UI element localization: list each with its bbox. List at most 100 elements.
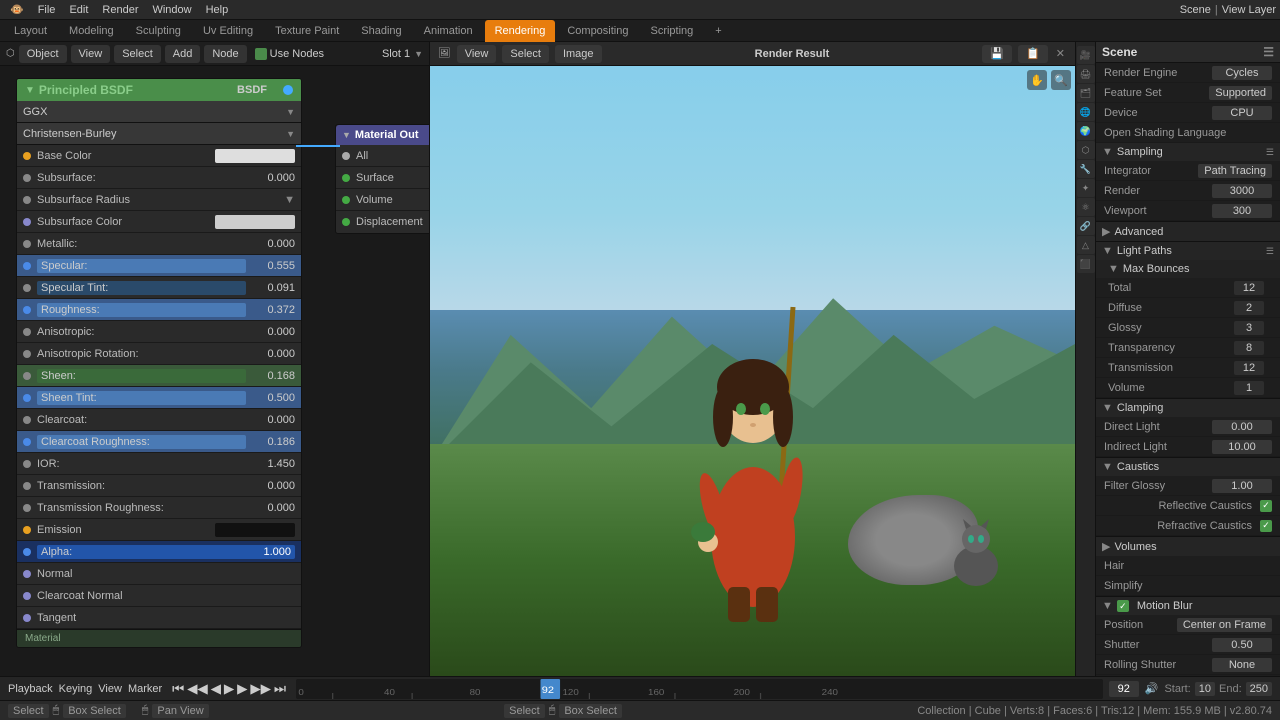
prop-icon-object[interactable]: ⬡ <box>1077 141 1095 159</box>
timeline-view-btn[interactable]: View <box>98 683 122 695</box>
transmission-lp-value[interactable]: 12 <box>1234 361 1264 375</box>
render-clip-btn[interactable]: 📋 <box>1018 45 1048 63</box>
sheen-tint-bar[interactable]: Sheen Tint: <box>37 391 246 405</box>
jump-end-btn[interactable]: ⏭ <box>274 681 286 697</box>
glossy-value[interactable]: 3 <box>1234 321 1264 335</box>
clearcoat-roughness-socket[interactable] <box>23 438 31 446</box>
normal-socket[interactable] <box>23 570 31 578</box>
status-box-select2-btn[interactable]: Box Select <box>559 704 622 718</box>
menu-edit[interactable]: Edit <box>63 0 94 20</box>
filter-glossy-value[interactable]: 1.00 <box>1212 479 1272 493</box>
prop-icon-material[interactable]: ⬛ <box>1077 255 1095 273</box>
specular-tint-bar[interactable]: Specular Tint: <box>37 281 246 295</box>
menu-help[interactable]: Help <box>200 0 235 20</box>
render-image-btn[interactable]: Image <box>555 45 602 63</box>
subsurface-method-value[interactable]: Christensen-Burley <box>23 128 117 140</box>
anisotropic-value[interactable]: 0.000 <box>250 326 295 338</box>
tab-compositing[interactable]: Compositing <box>557 20 638 42</box>
specular-bar[interactable]: Specular: <box>37 259 246 273</box>
anisotropic-socket[interactable] <box>23 328 31 336</box>
metallic-value[interactable]: 0.000 <box>250 238 295 250</box>
status-box-select-btn[interactable]: Box Select <box>63 704 126 718</box>
render-engine-value[interactable]: Cycles <box>1212 66 1272 80</box>
position-value[interactable]: Center on Frame <box>1177 618 1272 632</box>
timeline-playback-btn[interactable]: Playback <box>8 683 53 695</box>
subsurface-radius-socket[interactable] <box>23 196 31 204</box>
volumes-header[interactable]: ▶ Volumes <box>1096 537 1280 556</box>
viewport-samples-value[interactable]: 300 <box>1212 204 1272 218</box>
sheen-tint-value[interactable]: 0.500 <box>250 392 295 404</box>
subsurface-value[interactable]: 0.000 <box>250 172 295 184</box>
status-pan-btn[interactable]: Pan View <box>152 704 208 718</box>
ne-object-btn[interactable]: Object <box>19 45 67 63</box>
timeline-keying-btn[interactable]: Keying <box>59 683 93 695</box>
all-socket[interactable] <box>342 152 350 160</box>
caustics-header[interactable]: ▼ Caustics <box>1096 458 1280 476</box>
ne-view-btn[interactable]: View <box>71 45 111 63</box>
transparency-value[interactable]: 8 <box>1234 341 1264 355</box>
prop-icon-world[interactable]: 🌍 <box>1077 122 1095 140</box>
specular-tint-value[interactable]: 0.091 <box>250 282 295 294</box>
roughness-socket[interactable] <box>23 306 31 314</box>
ne-node-btn[interactable]: Node <box>204 45 246 63</box>
next-frame-btn[interactable]: ▶ <box>237 681 247 697</box>
volume-socket[interactable] <box>342 196 350 204</box>
current-frame-display[interactable]: 92 <box>1109 681 1139 697</box>
status-select-btn[interactable]: Select <box>8 704 49 718</box>
tab-scripting[interactable]: Scripting <box>640 20 703 42</box>
timeline-ruler[interactable]: 0 40 80 92 120 160 200 240 <box>296 679 1103 699</box>
prop-icon-modifier[interactable]: 🔧 <box>1077 160 1095 178</box>
render-select-btn[interactable]: Select <box>502 45 549 63</box>
prev-frame-btn[interactable]: ◀ <box>211 681 221 697</box>
metallic-socket[interactable] <box>23 240 31 248</box>
render-hand-icon[interactable]: ✋ <box>1027 70 1047 90</box>
tab-sculpting[interactable]: Sculpting <box>126 20 191 42</box>
ne-select-btn[interactable]: Select <box>114 45 161 63</box>
alpha-socket[interactable] <box>23 548 31 556</box>
motion-blur-checkbox[interactable]: ✓ <box>1117 600 1129 612</box>
transmission-roughness-value[interactable]: 0.000 <box>250 502 295 514</box>
light-paths-icon[interactable]: ☰ <box>1266 246 1274 257</box>
clamping-header[interactable]: ▼ Clamping <box>1096 399 1280 417</box>
roughness-value[interactable]: 0.372 <box>250 304 295 316</box>
prop-icon-scene[interactable]: 🌐 <box>1077 103 1095 121</box>
reflective-caustics-checkbox[interactable]: ✓ <box>1260 500 1272 512</box>
menu-file[interactable]: File <box>32 0 62 20</box>
advanced-header[interactable]: ▶ Advanced <box>1096 222 1280 241</box>
render-view-btn[interactable]: View <box>457 45 497 63</box>
specular-value[interactable]: 0.555 <box>250 260 295 272</box>
transmission-socket[interactable] <box>23 482 31 490</box>
ne-add-btn[interactable]: Add <box>165 45 201 63</box>
refractive-caustics-checkbox[interactable]: ✓ <box>1260 520 1272 532</box>
sampling-header[interactable]: ▼ Sampling ☰ <box>1096 143 1280 161</box>
jump-start-btn[interactable]: ⏮ <box>172 681 184 697</box>
ior-socket[interactable] <box>23 460 31 468</box>
diffuse-value[interactable]: 2 <box>1234 301 1264 315</box>
render-samples-value[interactable]: 3000 <box>1212 184 1272 198</box>
tab-uv-editing[interactable]: Uv Editing <box>193 20 263 42</box>
prev-key-btn[interactable]: ◀◀ <box>187 681 208 697</box>
tab-rendering[interactable]: Rendering <box>485 20 556 42</box>
emission-swatch[interactable] <box>215 523 295 537</box>
roughness-bar[interactable]: Roughness: <box>37 303 246 317</box>
next-key-btn[interactable]: ▶▶ <box>250 681 271 697</box>
timeline-marker-btn[interactable]: Marker <box>128 683 162 695</box>
integrator-value[interactable]: Path Tracing <box>1198 164 1272 178</box>
prop-icon-data[interactable]: △ <box>1077 236 1095 254</box>
tab-modeling[interactable]: Modeling <box>59 20 124 42</box>
prop-icon-render[interactable]: 🎥 <box>1077 46 1095 64</box>
play-btn[interactable]: ▶ <box>224 681 234 697</box>
subsurface-color-swatch[interactable] <box>215 215 295 229</box>
subsurface-socket[interactable] <box>23 174 31 182</box>
feature-set-value[interactable]: Supported <box>1209 86 1272 100</box>
prop-icon-view-layer[interactable]: 🗂 <box>1077 84 1095 102</box>
prop-icon-particles[interactable]: ✦ <box>1077 179 1095 197</box>
anisotropic-rotation-value[interactable]: 0.000 <box>250 348 295 360</box>
prop-icon-physics[interactable]: ⚛ <box>1077 198 1095 216</box>
specular-socket[interactable] <box>23 262 31 270</box>
status-select2-btn[interactable]: Select <box>504 704 545 718</box>
menu-window[interactable]: Window <box>146 0 197 20</box>
render-close-btn[interactable]: ✕ <box>1054 45 1067 62</box>
motion-blur-header[interactable]: ▼ ✓ Motion Blur <box>1096 597 1280 615</box>
start-frame[interactable]: 10 <box>1195 682 1215 696</box>
